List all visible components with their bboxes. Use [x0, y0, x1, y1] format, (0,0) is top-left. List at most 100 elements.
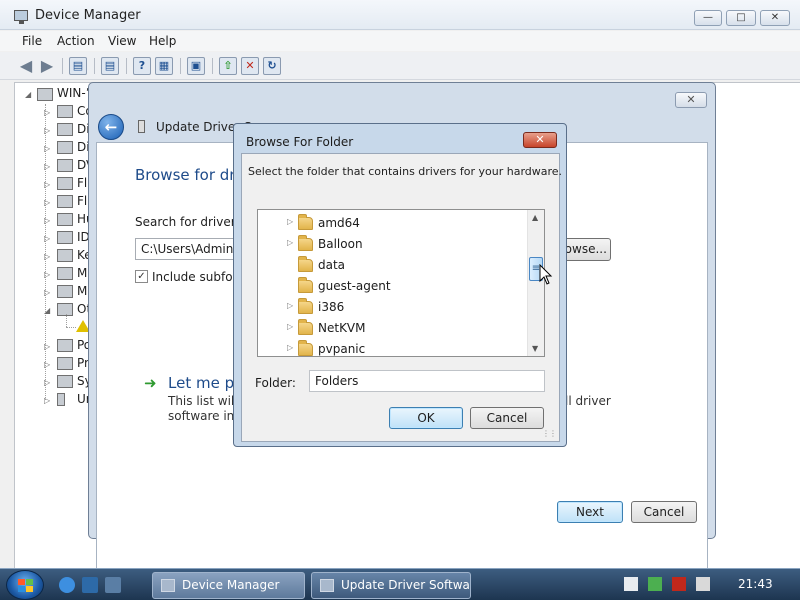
folder-input[interactable]: Folders: [309, 370, 545, 392]
disable-device-icon[interactable]: ↻: [263, 57, 281, 75]
volume-icon[interactable]: [696, 577, 710, 591]
scan-hardware-icon[interactable]: ▣: [187, 57, 205, 75]
maximize-button[interactable]: □: [726, 10, 756, 26]
menu-help[interactable]: Help: [149, 34, 176, 48]
expand-icon[interactable]: ▷: [44, 108, 50, 117]
device-category-icon: [57, 339, 73, 352]
folder-icon: [298, 256, 313, 272]
folder-tree-item[interactable]: ▷ i386: [258, 297, 528, 317]
show-desktop-icon[interactable]: [82, 577, 98, 593]
expand-icon[interactable]: ▷: [44, 342, 50, 351]
expand-icon[interactable]: ▷: [44, 180, 50, 189]
expand-icon[interactable]: ▷: [44, 162, 50, 171]
taskbar: Device Manager Update Driver Softwa... 2…: [0, 568, 800, 600]
expand-icon[interactable]: ▷: [287, 343, 293, 352]
collapse-toggle-icon[interactable]: ◢: [25, 90, 31, 99]
tree-connector: [66, 327, 76, 328]
expand-icon[interactable]: ▷: [44, 396, 50, 405]
close-icon[interactable]: ✕: [675, 92, 707, 108]
resize-grip-icon[interactable]: ⋮⋮: [542, 429, 557, 438]
help-icon[interactable]: ?: [133, 57, 151, 75]
folder-tree-item[interactable]: ▷ amd64: [258, 213, 528, 233]
expand-icon[interactable]: ▷: [287, 301, 293, 310]
device-category-icon: [57, 195, 73, 208]
collapse-icon[interactable]: ◢: [44, 306, 50, 315]
expand-icon[interactable]: ▷: [287, 238, 293, 247]
folder-tree-item[interactable]: data: [258, 255, 528, 275]
expand-icon[interactable]: ▷: [44, 198, 50, 207]
green-arrow-icon: ➜: [144, 374, 157, 392]
folder-name: pvpanic: [318, 342, 366, 356]
show-hide-tree-icon[interactable]: ▤: [69, 57, 87, 75]
device-category-icon: [57, 213, 73, 226]
switch-windows-icon[interactable]: [105, 577, 121, 593]
folder-name: Balloon: [318, 237, 363, 251]
ok-button[interactable]: OK: [389, 407, 463, 429]
device-category-icon: [57, 177, 73, 190]
folder-tree[interactable]: ▷ amd64 ▷ Balloon data guest-agent ▷ i38…: [257, 209, 545, 357]
tree-item[interactable]: M: [77, 284, 87, 298]
expand-icon[interactable]: ▷: [44, 144, 50, 153]
scroll-down-icon[interactable]: ▼: [532, 344, 538, 353]
page-heading: Browse for dri: [135, 166, 240, 184]
safely-remove-icon[interactable]: [648, 577, 662, 591]
expand-icon[interactable]: ▷: [44, 288, 50, 297]
forward-arrow-icon[interactable]: ▶: [38, 57, 56, 75]
update-driver-icon[interactable]: ⇧: [219, 57, 237, 75]
other-devices-icon: [57, 303, 73, 316]
device-category-icon: [57, 285, 73, 298]
folder-tree-item[interactable]: ▷ pvpanic: [258, 339, 528, 356]
device-category-icon: [57, 141, 73, 154]
toolbar: ◀ ▶ ▤ ▤ ? ▦ ▣ ⇧ ✕ ↻: [0, 52, 800, 80]
expand-icon[interactable]: ▷: [44, 126, 50, 135]
folder-tree-item[interactable]: ▷ NetKVM: [258, 318, 528, 338]
next-button[interactable]: Next: [557, 501, 623, 523]
include-subfolders-checkbox[interactable]: ✓: [135, 270, 148, 283]
expand-icon[interactable]: ▷: [287, 217, 293, 226]
expand-icon[interactable]: ▷: [44, 234, 50, 243]
menu-file[interactable]: File: [22, 34, 42, 48]
folder-name: i386: [318, 300, 345, 314]
folder-tree-item[interactable]: ▷ Balloon: [258, 234, 528, 254]
driver-path-input[interactable]: C:\Users\Adminis: [135, 238, 245, 260]
toolbar-separator: [212, 58, 213, 74]
cancel-button[interactable]: Cancel: [631, 501, 697, 523]
uninstall-icon[interactable]: ✕: [241, 57, 259, 75]
network-icon[interactable]: [672, 577, 686, 591]
expand-icon[interactable]: ▷: [287, 322, 293, 331]
tree-item[interactable]: M: [77, 266, 87, 280]
expand-icon[interactable]: ▷: [44, 360, 50, 369]
close-button[interactable]: ✕: [760, 10, 790, 26]
expand-icon[interactable]: ▷: [44, 270, 50, 279]
folder-icon: [298, 298, 313, 314]
folder-tree-item[interactable]: guest-agent: [258, 276, 528, 296]
folder-icon: [298, 340, 313, 356]
taskbar-device-manager[interactable]: Device Manager: [152, 572, 305, 599]
tree-item[interactable]: Fl: [77, 176, 87, 190]
properties-icon[interactable]: ▤: [101, 57, 119, 75]
menu-action[interactable]: Action: [57, 34, 95, 48]
tree-item[interactable]: Fl: [77, 194, 87, 208]
device-manager-titlebar[interactable]: Device Manager — □ ✕: [0, 0, 800, 30]
back-arrow-icon[interactable]: ◀: [17, 57, 35, 75]
device-category-icon: [57, 249, 73, 262]
tree-root-label[interactable]: WIN-’: [57, 86, 90, 100]
expand-icon[interactable]: ▷: [44, 216, 50, 225]
start-button[interactable]: [6, 570, 44, 600]
back-arrow-icon[interactable]: ←: [98, 114, 124, 140]
clock[interactable]: 21:43: [738, 577, 773, 591]
expand-icon[interactable]: ▷: [44, 252, 50, 261]
taskbar-item-label: Device Manager: [182, 578, 280, 592]
minimize-button[interactable]: —: [694, 10, 722, 26]
close-icon[interactable]: ✕: [523, 132, 557, 148]
cancel-button[interactable]: Cancel: [470, 407, 544, 429]
menu-view[interactable]: View: [108, 34, 136, 48]
taskbar-update-driver[interactable]: Update Driver Softwa...: [311, 572, 471, 599]
pick-description: software in t: [168, 409, 243, 423]
internet-explorer-icon[interactable]: [59, 577, 75, 593]
action-center-icon[interactable]: [624, 577, 638, 591]
expand-icon[interactable]: ▷: [44, 378, 50, 387]
toolbar-separator: [94, 58, 95, 74]
action-view-icon[interactable]: ▦: [155, 57, 173, 75]
scroll-up-icon[interactable]: ▲: [532, 213, 538, 222]
